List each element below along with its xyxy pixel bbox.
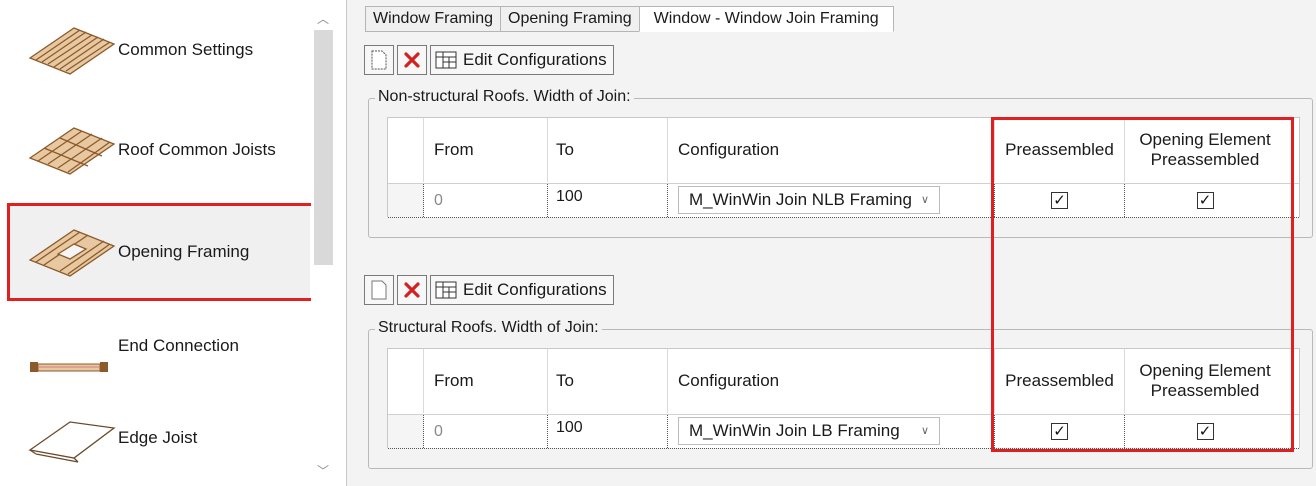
selection-highlight	[7, 203, 316, 301]
chevron-down-icon: ∨	[920, 425, 929, 437]
sidebar-item-label: End Connection	[118, 336, 239, 355]
column-header: From	[424, 349, 548, 413]
delete-row-button[interactable]	[397, 45, 427, 75]
joist-panel-icon	[28, 27, 116, 75]
row-header[interactable]	[388, 184, 424, 217]
column-header: Configuration	[668, 349, 995, 413]
from-cell[interactable]: 0	[424, 415, 548, 448]
row-header[interactable]	[388, 415, 424, 448]
roof-joists-icon	[28, 127, 116, 175]
new-row-button[interactable]	[364, 45, 394, 75]
row-header-corner	[388, 118, 424, 182]
toolbar-non-structural: Edit Configurations	[364, 45, 614, 75]
group-title: Structural Roofs. Width of Join:	[375, 319, 602, 337]
scrollbar-thumb[interactable]	[314, 30, 333, 265]
column-header: Configuration	[668, 118, 995, 182]
sidebar-item-label: Roof Common Joists	[118, 140, 276, 159]
end-connection-icon	[30, 362, 108, 372]
delete-icon	[404, 282, 420, 298]
edit-configurations-button[interactable]: Edit Configurations	[430, 275, 614, 305]
scroll-up-icon[interactable]: ︿	[317, 10, 329, 27]
scroll-down-icon[interactable]: ﹀	[317, 462, 329, 479]
chevron-down-icon: ∨	[920, 194, 929, 206]
delete-icon	[404, 52, 420, 68]
new-document-icon	[371, 50, 387, 70]
tab-opening-framing[interactable]: Opening Framing	[500, 6, 639, 32]
sidebar-item-roof-common-joists[interactable]: Roof Common Joists	[10, 104, 310, 196]
table-config-icon	[435, 281, 457, 299]
sidebar-item-end-connection[interactable]: End Connection	[10, 300, 310, 392]
column-header: From	[424, 118, 548, 182]
sidebar-item-edge-joist[interactable]: Edge Joist	[10, 392, 310, 484]
new-document-icon	[371, 280, 387, 300]
sidebar-scrollbar[interactable]: ︿ ﹀	[311, 0, 336, 486]
edit-configurations-label: Edit Configurations	[463, 50, 607, 69]
delete-row-button[interactable]	[397, 275, 427, 305]
row-header-corner	[388, 349, 424, 413]
from-cell[interactable]: 0	[424, 184, 548, 217]
column-header: To	[548, 349, 668, 413]
configuration-dropdown[interactable]: M_WinWin Join LB Framing ∨	[678, 417, 940, 445]
edit-configurations-button[interactable]: Edit Configurations	[430, 45, 614, 75]
tab-window-framing[interactable]: Window Framing	[365, 6, 501, 32]
edge-joist-icon	[28, 421, 116, 463]
edit-configurations-label: Edit Configurations	[463, 280, 607, 299]
configuration-value: M_WinWin Join LB Framing	[689, 421, 900, 440]
new-row-button[interactable]	[364, 275, 394, 305]
configuration-cell[interactable]: M_WinWin Join NLB Framing ∨	[668, 184, 995, 217]
sidebar-item-label: Edge Joist	[118, 428, 198, 447]
to-cell[interactable]: 100	[548, 415, 668, 448]
tab-window-window-join-framing[interactable]: Window - Window Join Framing	[638, 6, 894, 32]
tab-strip: Window Framing Opening Framing Window - …	[365, 6, 894, 32]
group-title: Non-structural Roofs. Width of Join:	[375, 88, 634, 106]
column-header: To	[548, 118, 668, 182]
to-cell[interactable]: 100	[548, 184, 668, 217]
table-config-icon	[435, 51, 457, 69]
configuration-cell[interactable]: M_WinWin Join LB Framing ∨	[668, 415, 995, 448]
sidebar-item-common-settings[interactable]: Common Settings	[10, 4, 310, 96]
toolbar-structural: Edit Configurations	[364, 275, 614, 305]
configuration-value: M_WinWin Join NLB Framing	[689, 190, 912, 209]
preassembled-columns-highlight	[991, 117, 1294, 452]
sidebar-item-label: Common Settings	[118, 40, 254, 59]
configuration-dropdown[interactable]: M_WinWin Join NLB Framing ∨	[678, 186, 940, 214]
sidebar: Common Settings Roof Common Joists Openi…	[0, 0, 336, 486]
